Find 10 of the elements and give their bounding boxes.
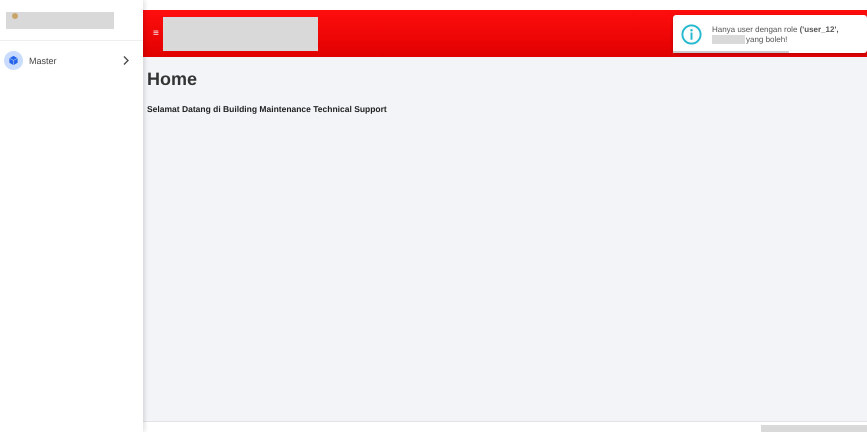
cube-icon — [4, 51, 23, 70]
chevron-icon — [123, 56, 129, 65]
page-title: Home — [147, 69, 198, 90]
welcome-text: Selamat Datang di Building Maintenance Technical Support — [147, 104, 388, 114]
redacted-block — [712, 34, 745, 44]
info-icon — [681, 24, 702, 44]
menu-button[interactable]: ≡ — [153, 28, 159, 39]
toast-message: Hanya user dengan role ('user_12', — [712, 24, 839, 34]
toast-message: yang boleh! — [746, 34, 788, 44]
sidebar-item[interactable]: Master — [0, 41, 143, 80]
